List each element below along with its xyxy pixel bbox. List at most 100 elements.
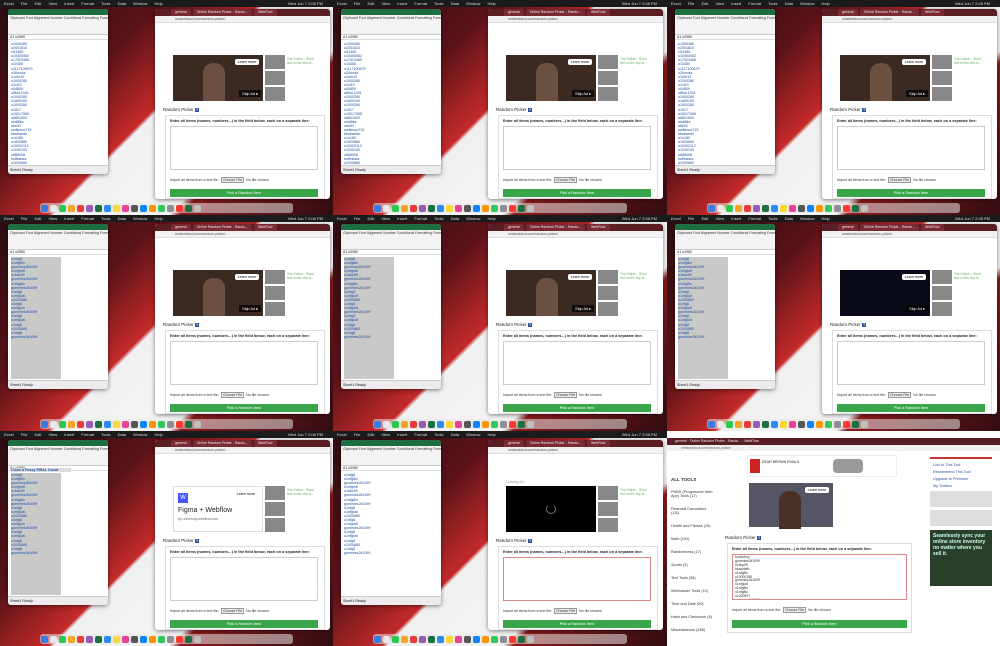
pick-random-button[interactable]: Pick a Random Item [837,404,985,412]
excel-ribbon[interactable]: Clipboard Font Alignment Number Conditio… [341,446,441,466]
dock-app-icon[interactable] [509,204,516,212]
dock-app-icon[interactable] [59,204,66,212]
menu-insert[interactable]: Insert [397,1,407,6]
dock-app-icon[interactable] [473,635,480,643]
tool-category-item[interactable]: Randomness (17) [671,550,713,554]
formula-bar[interactable]: A1 u0980 [675,250,775,255]
choose-file-button[interactable]: Choose File [220,177,245,183]
dock-app-icon[interactable] [194,420,201,428]
dock-app-icon[interactable] [861,204,868,212]
dock-app-icon[interactable] [437,635,444,643]
menu-insert[interactable]: Insert [731,1,741,6]
excel-ribbon[interactable]: Clipboard Font Alignment Number Conditio… [675,230,775,250]
menu-window[interactable]: Window [800,216,814,221]
dock-app-icon[interactable] [789,204,796,212]
learn-more-button[interactable]: Learn more [567,59,592,65]
tab-random-picker[interactable]: Online Random Picker - Rando... [859,224,920,231]
menu-edit[interactable]: Edit [34,216,41,221]
video-ad[interactable]: Learn more Skip Ad ▸ [173,270,263,316]
cell-ref[interactable]: A1 [343,250,347,254]
column-a[interactable]: u1000480 u2001810 vi11480 u10400082 u1702346… [678,42,728,164]
tab-webflow[interactable]: WebFlow [587,9,610,16]
menu-excel[interactable]: Excel [4,432,14,437]
menu-help[interactable]: Help [155,216,163,221]
dock-app-icon[interactable] [500,635,507,643]
tool-category-item[interactable]: PNBS (Progressive Web App) Tools (17) [671,490,713,498]
address-bar[interactable]: miniwebtool.com/random-picker/ [155,16,330,23]
ad-thumbnails[interactable] [598,270,618,316]
dock-app-icon[interactable] [843,204,850,212]
tab-general[interactable]: general [838,9,858,16]
dock-app-icon[interactable] [509,635,516,643]
menu-edit[interactable]: Edit [367,216,374,221]
dock-app-icon[interactable] [527,635,534,643]
dock-app-icon[interactable] [735,420,742,428]
tool-category-item[interactable]: Math (191) [671,537,713,541]
dock-app-icon[interactable] [744,420,751,428]
choose-file-button[interactable]: Choose File [887,392,912,398]
cell-ref[interactable]: A1 [10,250,14,254]
menu-window[interactable]: Window [466,216,480,221]
tab-webflow[interactable]: WebFlow [254,9,277,16]
menu-window[interactable]: Window [466,1,480,6]
menu-window[interactable]: Window [133,216,147,221]
dock-app-icon[interactable] [717,420,724,428]
dock-app-icon[interactable] [798,420,805,428]
address-bar[interactable]: miniwebtool.com/random-picker/ [155,231,330,238]
dock-app-icon[interactable] [527,204,534,212]
tool-category-item[interactable]: Text Tools (38) [671,576,713,580]
tab-general[interactable]: general [504,9,524,16]
menu-help[interactable]: Help [155,432,163,437]
car-ad-2[interactable] [930,510,992,526]
choose-file-button[interactable]: Choose File [553,177,578,183]
dock-app-icon[interactable] [167,204,174,212]
dock-app-icon[interactable] [518,204,525,212]
dock-app-icon[interactable] [185,635,192,643]
skip-ad-button[interactable]: Skip Ad ▸ [572,305,594,312]
dock-app-icon[interactable] [59,420,66,428]
tab-webflow[interactable]: WebFlow [254,224,277,231]
dock-app-icon[interactable] [41,420,48,428]
menu-window[interactable]: Window [466,432,480,437]
cell-value[interactable]: gummies2k1099 [11,551,61,555]
menu-help[interactable]: Help [488,1,496,6]
learn-more-button[interactable]: Learn more [234,274,259,280]
excel-ribbon[interactable]: Clipboard Font Alignment Number Conditio… [341,230,441,250]
menu-help[interactable]: Help [488,216,496,221]
dock-app-icon[interactable] [185,420,192,428]
help-badge[interactable]: ? [528,323,533,327]
formula-bar[interactable]: A1 u0980 [341,250,441,255]
dock-app-icon[interactable] [104,204,111,212]
menu-help[interactable]: Help [155,1,163,6]
dock-app-icon[interactable] [464,420,471,428]
menu-format[interactable]: Format [81,216,94,221]
my-toolbox[interactable]: My Toolbox [930,484,992,488]
dock-app-icon[interactable] [834,204,841,212]
dock-app-icon[interactable] [419,635,426,643]
dock-app-icon[interactable] [446,420,453,428]
address-bar[interactable]: miniwebtool.com/random-picker/ [155,447,330,454]
dock-app-icon[interactable] [816,204,823,212]
browser-window[interactable]: general Online Random Picker - Rando... We… [155,9,330,199]
dock-app-icon[interactable] [104,635,111,643]
dock-app-icon[interactable] [131,635,138,643]
learn-more-button[interactable]: Learn more [901,274,926,280]
menu-window[interactable]: Window [133,1,147,6]
menu-excel[interactable]: Excel [4,216,14,221]
tool-category-item[interactable]: Miscellaneous (188) [671,628,713,632]
dock-app-icon[interactable] [455,204,462,212]
dock-app-icon[interactable] [122,635,129,643]
tab-webflow[interactable]: WebFlow [587,440,610,447]
menu-view[interactable]: View [49,216,58,221]
tab-general[interactable]: general [171,440,191,447]
dock-app-icon[interactable] [104,420,111,428]
menu-view[interactable]: View [382,432,391,437]
menu-data[interactable]: Data [118,432,126,437]
menu-edit[interactable]: Edit [367,432,374,437]
menu-edit[interactable]: Edit [34,1,41,6]
menu-edit[interactable]: Edit [367,1,374,6]
dock-app-icon[interactable] [807,420,814,428]
menu-format[interactable]: Format [748,1,761,6]
menu-insert[interactable]: Insert [64,432,74,437]
skip-ad-button[interactable]: Skip Ad ▸ [239,90,261,97]
